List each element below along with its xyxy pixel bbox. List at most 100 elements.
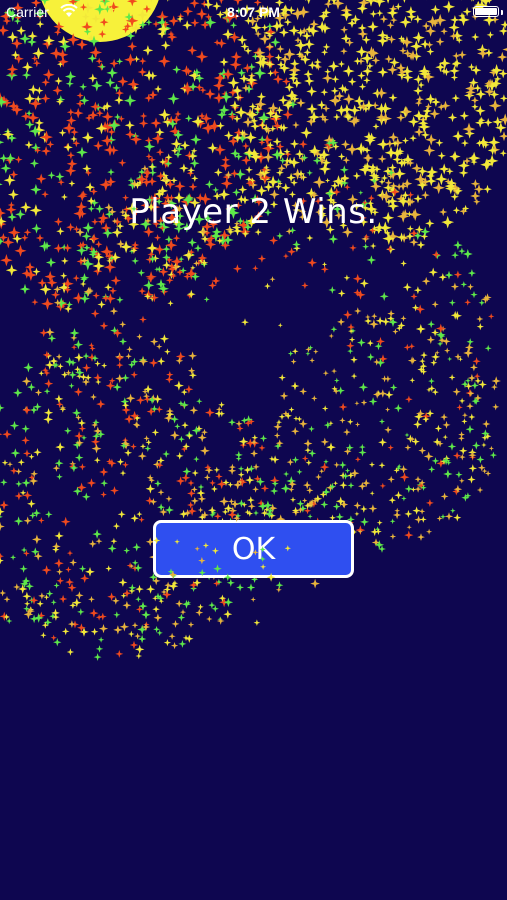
sparkle <box>408 343 416 350</box>
sparkle <box>23 362 34 373</box>
sparkle <box>67 583 77 593</box>
sparkle <box>88 342 95 349</box>
sparkle <box>155 127 165 137</box>
sparkle <box>333 377 340 384</box>
sparkle <box>9 420 20 431</box>
sparkle <box>245 165 253 174</box>
sparkle <box>98 636 105 643</box>
sparkle <box>378 418 386 425</box>
sparkle <box>54 76 63 86</box>
sparkle <box>162 589 172 600</box>
sparkle <box>76 146 88 159</box>
sparkle <box>0 254 13 267</box>
sparkle <box>276 419 282 426</box>
sparkle <box>465 424 475 434</box>
sparkle <box>205 180 214 189</box>
sparkle <box>175 452 184 460</box>
sparkle <box>221 155 230 165</box>
sparkle <box>452 451 462 460</box>
sparkle <box>262 151 274 163</box>
sparkle <box>86 478 97 488</box>
sparkle <box>267 69 275 77</box>
sparkle <box>3 595 11 603</box>
sparkle <box>103 261 117 274</box>
sparkle <box>244 131 257 144</box>
sparkle <box>353 57 362 66</box>
sparkle <box>347 347 354 355</box>
sparkle <box>76 245 88 256</box>
sparkle <box>276 232 284 240</box>
sparkle <box>290 381 300 391</box>
sparkle <box>412 506 421 515</box>
sparkle <box>78 565 87 573</box>
sparkle <box>273 422 282 432</box>
sparkle <box>47 334 57 343</box>
sparkle <box>74 431 84 441</box>
sparkle <box>172 234 181 242</box>
sparkle <box>19 564 28 573</box>
sparkle <box>50 634 57 641</box>
sparkle <box>108 377 116 385</box>
sparkle <box>154 234 162 242</box>
sparkle <box>434 424 443 433</box>
sparkle <box>98 623 109 634</box>
sparkle <box>389 518 396 525</box>
sparkle <box>369 242 377 250</box>
sparkle <box>148 358 159 368</box>
sparkle <box>113 611 121 619</box>
sparkle <box>166 31 178 43</box>
sparkle <box>354 400 360 406</box>
sparkle <box>499 149 507 157</box>
sparkle <box>107 592 116 602</box>
ok-button[interactable]: OK <box>153 520 354 578</box>
sparkle <box>123 547 131 554</box>
sparkle <box>148 155 156 164</box>
sparkle <box>326 442 336 453</box>
sparkle <box>401 495 407 502</box>
sparkle <box>486 31 495 39</box>
sparkle <box>409 377 416 384</box>
sparkle <box>35 86 44 95</box>
sparkle <box>449 65 460 77</box>
sparkle <box>33 448 42 457</box>
sparkle <box>187 237 197 248</box>
sparkle <box>373 390 382 399</box>
sparkle <box>306 169 313 177</box>
sparkle <box>426 47 435 56</box>
sparkle <box>188 182 198 192</box>
sparkle <box>137 269 146 277</box>
sparkle <box>451 93 461 103</box>
sparkle <box>431 352 441 362</box>
sparkle <box>232 114 242 123</box>
game-screen: Carrier 8:07 PM Player 2 Wins. OK <box>0 0 507 900</box>
sparkle <box>187 621 195 628</box>
sparkle <box>147 250 155 259</box>
sparkle <box>184 114 193 123</box>
sparkle <box>499 94 507 103</box>
sparkle <box>74 352 84 363</box>
sparkle <box>42 350 52 360</box>
sparkle <box>448 374 456 381</box>
sparkle <box>328 234 339 244</box>
sparkle <box>30 142 41 153</box>
sparkle <box>371 313 378 320</box>
sparkle <box>169 430 180 441</box>
sparkle <box>182 249 195 262</box>
sparkle <box>111 596 120 605</box>
sparkle <box>197 494 207 504</box>
sparkle <box>355 45 368 58</box>
sparkle <box>156 594 165 603</box>
sparkle <box>41 146 52 157</box>
sparkle <box>342 156 351 165</box>
sparkle <box>195 608 204 617</box>
sparkle <box>410 292 418 301</box>
sparkle <box>101 110 114 123</box>
sparkle <box>173 380 184 391</box>
sparkle <box>468 464 478 473</box>
sparkle <box>409 134 417 142</box>
sparkle <box>95 537 103 545</box>
sparkle <box>92 432 101 441</box>
sparkle <box>157 488 165 496</box>
sparkle <box>278 95 289 106</box>
sparkle <box>44 379 54 389</box>
